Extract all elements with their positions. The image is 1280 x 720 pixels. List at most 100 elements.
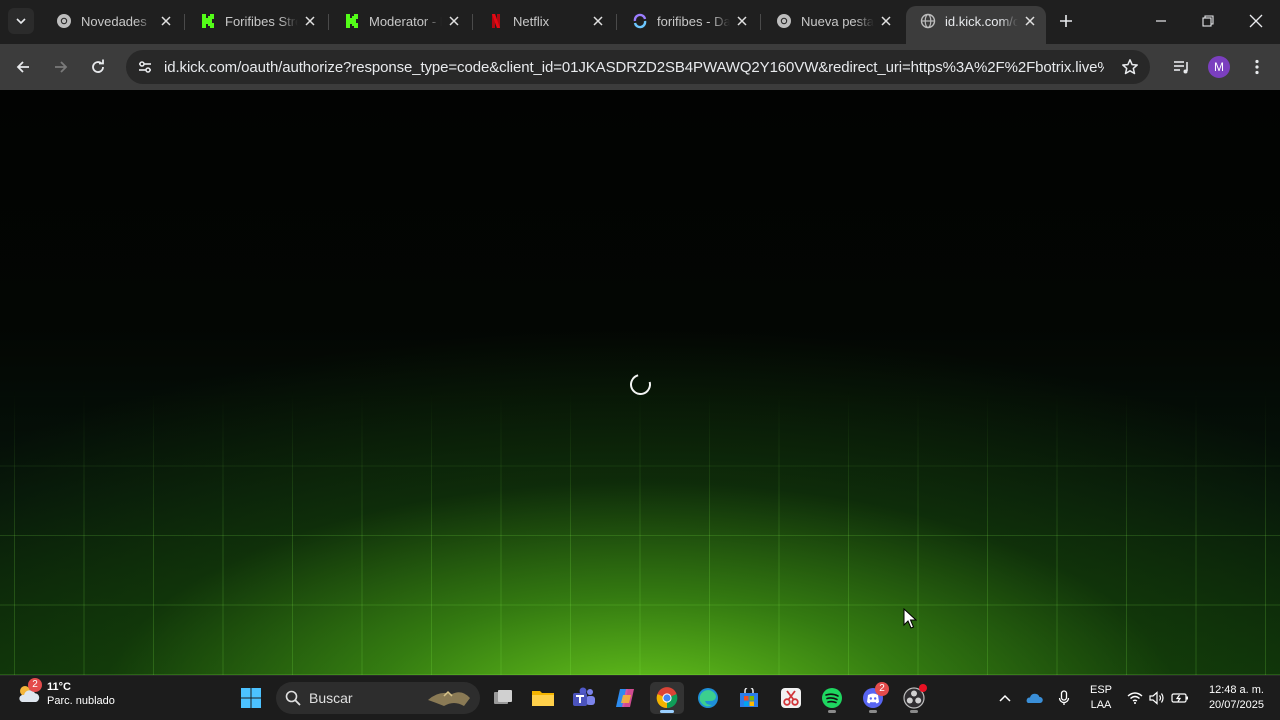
close-icon[interactable] [446,13,462,29]
teams-icon [573,687,595,706]
spotify-icon [822,688,842,708]
volume-tray-icon[interactable] [1147,684,1167,712]
close-icon[interactable] [590,13,606,29]
tab-forifibes-stream[interactable]: Forifibes Stream [186,6,326,36]
discord-badge: 2 [875,682,889,696]
clock-time: 12:48 a. m. [1208,684,1264,696]
reload-icon [92,59,104,73]
new-tab-button[interactable] [1055,10,1077,32]
clock-date: 20/07/2025 [1208,699,1264,711]
reload-button[interactable] [84,53,112,81]
chevron-down-icon [16,18,26,25]
media-controls-button[interactable] [1168,53,1196,81]
speaker-icon [1149,691,1164,705]
store-icon [740,688,758,707]
browser-toolbar: id.kick.com/oauth/authorize?response_typ… [0,44,1280,90]
edge-button[interactable] [691,682,725,714]
tab-separator [760,14,761,30]
restore-icon [1202,15,1214,27]
avatar: M [1208,56,1230,78]
search-placeholder: Buscar [309,690,353,706]
weather-temp: 11°C [47,681,71,693]
chrome-icon [776,13,792,29]
globe-icon [920,13,936,29]
copilot-icon [616,689,634,707]
kick-icon [200,13,216,29]
tab-search-button[interactable] [8,8,34,34]
weather-badge: 2 [28,678,42,692]
tab-title: Moderator - Kick [369,13,442,29]
weather-widget[interactable]: 2 11°C Parc. nublado [14,678,115,708]
more-vertical-icon [1255,59,1259,75]
tab-separator [184,14,185,30]
tab-netflix[interactable]: Netflix [474,6,614,36]
copilot-button[interactable] [608,682,642,714]
netflix-icon [488,13,504,29]
snipping-tool-button[interactable] [774,682,808,714]
taskbar: 2 11°C Parc. nublado Buscar 2 ESP LAA 12… [0,675,1280,720]
search-icon [285,690,301,706]
chevron-up-icon [999,694,1011,702]
tab-id-kick-oauth[interactable]: id.kick.com/oauth [906,6,1046,44]
minimize-button[interactable] [1138,0,1184,42]
restore-button[interactable] [1185,0,1231,42]
search-highlight-icon [428,690,470,706]
teams-button[interactable] [567,682,601,714]
tab-title: Nueva pestaña [801,13,874,29]
wifi-icon [1127,692,1143,704]
forward-button[interactable] [47,53,75,81]
cloud-icon [1026,693,1043,703]
language-line2: LAA [1090,699,1112,711]
task-view-button[interactable] [486,682,520,714]
tab-separator [328,14,329,30]
task-view-icon [494,690,512,704]
wifi-tray-icon[interactable] [1125,684,1145,712]
close-icon[interactable] [734,13,750,29]
folder-icon [532,691,554,706]
onedrive-tray-icon[interactable] [1023,684,1045,712]
tab-forifibes-dashboard[interactable]: forifibes - Dashboard [618,6,758,36]
tab-strip: Novedades Forifibes Stream Moderator - K… [0,0,1280,44]
microsoft-store-button[interactable] [732,682,766,714]
taskbar-search[interactable]: Buscar [276,682,480,714]
tab-moderator-kick[interactable]: Moderator - Kick [330,6,470,36]
plus-icon [1060,15,1072,27]
system-clock[interactable]: 12:48 a. m. 20/07/2025 [1200,683,1264,713]
show-hidden-icons-button[interactable] [994,684,1016,712]
spotify-button[interactable] [815,682,849,714]
tab-title: Forifibes Stream [225,13,298,29]
profile-button[interactable]: M [1205,53,1233,81]
arrow-left-icon [16,61,29,73]
close-icon[interactable] [302,13,318,29]
discord-button[interactable]: 2 [856,682,890,714]
bookmark-star-icon[interactable] [1120,57,1140,77]
kick-icon [344,13,360,29]
chrome-taskbar-button[interactable] [650,682,684,714]
url-text[interactable]: id.kick.com/oauth/authorize?response_typ… [164,59,1104,76]
close-icon[interactable] [1022,13,1038,29]
file-explorer-button[interactable] [526,682,560,714]
tab-nueva-pestana[interactable]: Nueva pestaña [762,6,902,36]
menu-button[interactable] [1243,53,1271,81]
close-icon [1249,14,1263,28]
address-bar[interactable]: id.kick.com/oauth/authorize?response_typ… [126,50,1150,84]
language-line1: ESP [1089,684,1112,696]
tab-separator [472,14,473,30]
microphone-icon [1058,690,1070,705]
obs-button[interactable] [897,682,931,714]
start-button[interactable] [234,682,268,714]
site-info-icon[interactable] [130,52,160,82]
microphone-tray-icon[interactable] [1053,684,1075,712]
close-window-button[interactable] [1233,0,1279,42]
close-icon[interactable] [158,13,174,29]
close-icon[interactable] [878,13,894,29]
edge-icon [698,688,718,708]
background-grid [0,390,1280,675]
back-button[interactable] [9,53,37,81]
snipping-tool-icon [781,688,801,708]
language-indicator[interactable]: ESP LAA [1088,683,1114,713]
battery-tray-icon[interactable] [1169,684,1191,712]
tab-novedades[interactable]: Novedades [42,6,182,36]
tab-title: Novedades [81,13,147,29]
arrow-right-icon [55,61,68,73]
